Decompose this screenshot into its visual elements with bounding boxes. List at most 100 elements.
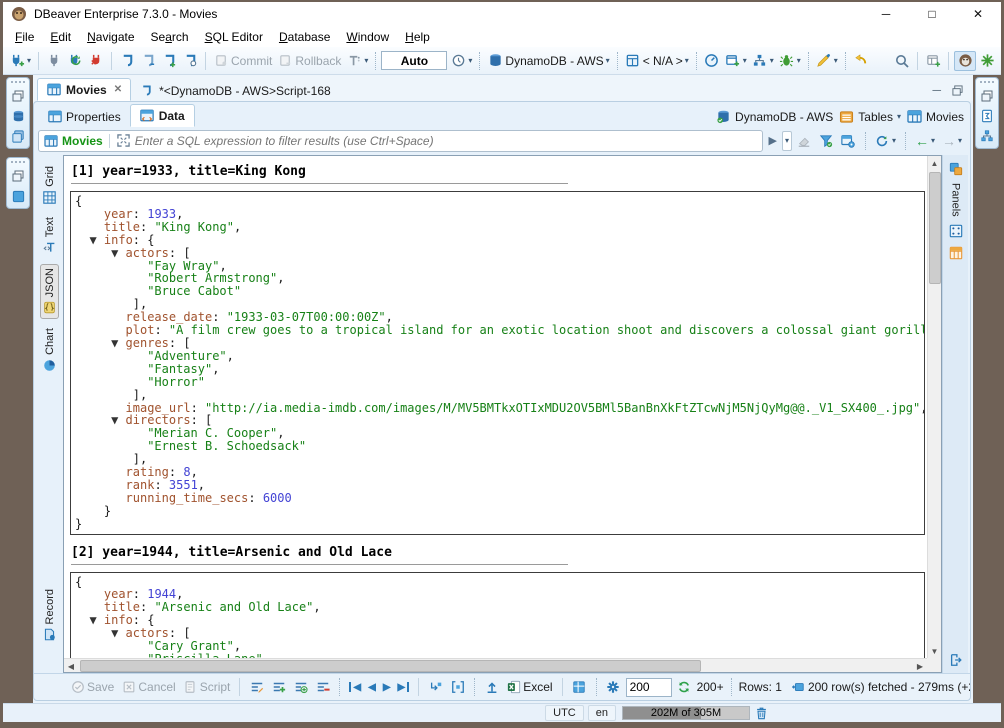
open-sql-script-button[interactable] [138,52,158,70]
scroll-right-icon[interactable]: ▶ [913,659,927,673]
expander-icon[interactable]: ▼ [111,626,125,640]
menu-search[interactable]: Search [143,28,197,46]
chevron-down-icon[interactable]: ▾ [797,57,801,65]
chevron-down-icon[interactable]: ▾ [892,137,896,145]
chevron-down-icon[interactable]: ▾ [743,57,747,65]
chevron-down-icon[interactable]: ▾ [606,57,610,65]
database-navigator-icon[interactable] [10,108,26,124]
new-window-button[interactable]: ▾ [723,52,749,70]
nav-forward-button[interactable]: → ▾ [940,132,964,150]
language-indicator[interactable]: en [588,705,616,721]
hierarchy-view-icon[interactable] [979,128,995,144]
filter-history-button[interactable]: ▾ [782,131,792,151]
filter-box[interactable]: Movies [38,130,763,152]
breadcrumb-connection[interactable]: DynamoDB - AWS [716,109,833,124]
first-row-button[interactable]: ◀ [347,681,363,694]
transaction-log-button[interactable]: ▾ [448,52,474,70]
minimize-editor-icon[interactable]: ─ [932,83,941,97]
delete-row-button[interactable] [313,679,332,696]
chevron-down-icon[interactable]: ▾ [27,57,31,65]
value-viewer-icon[interactable] [979,108,995,124]
export-excel-button[interactable]: Excel [504,679,554,696]
drag-handle[interactable] [11,160,25,164]
expander-icon[interactable]: ▼ [111,246,125,260]
dashboard-button[interactable] [702,52,722,70]
panels-icon[interactable] [948,161,963,176]
chevron-down-icon[interactable]: ▾ [364,57,368,65]
search-button[interactable] [892,52,912,70]
reconnect-button[interactable] [65,52,85,70]
menu-file[interactable]: File [7,28,42,46]
horizontal-scrollbar[interactable]: ◀ ▶ [64,658,927,672]
menu-database[interactable]: Database [271,28,338,46]
nav-back-button[interactable]: ← ▾ [913,132,937,150]
commit-mode-combo[interactable]: Auto [381,51,447,70]
restore-editor-icon[interactable] [951,84,963,96]
tab-chart[interactable]: Chart [41,325,58,376]
refresh-button[interactable]: ▾ [873,132,898,149]
menu-help[interactable]: Help [397,28,438,46]
commit-button[interactable]: Commit [211,52,274,70]
menu-window[interactable]: Window [338,28,397,46]
vertical-scroll-thumb[interactable] [929,172,941,284]
transaction-mode-button[interactable]: ▾ [344,52,370,70]
apply-filter-button[interactable]: ▶ [766,133,778,148]
rollback-button[interactable]: Rollback [275,52,343,70]
expand-filter-icon[interactable] [116,133,131,148]
active-schema-combo[interactable]: < N/A > ▾ [623,52,691,70]
breadcrumb-table-movies[interactable]: Movies [907,109,964,124]
open-perspective-button[interactable] [923,52,943,70]
tab-movies[interactable]: Movies ✕ [37,78,131,101]
maximize-button[interactable]: □ [909,2,955,26]
expander-icon[interactable]: ▼ [89,233,103,247]
tab-text[interactable]: Text [41,214,58,258]
close-tab-icon[interactable]: ✕ [112,84,122,95]
active-connection-combo[interactable]: DynamoDB - AWS ▾ [485,52,611,70]
scroll-down-icon[interactable]: ▼ [928,644,942,658]
disconnect-button[interactable] [86,52,106,70]
fetch-all-rows-button[interactable] [448,679,467,696]
tab-json[interactable]: JSON [40,264,59,319]
expander-icon[interactable]: ▼ [111,336,125,350]
er-diagram-button[interactable]: ▾ [750,52,776,70]
chevron-down-icon[interactable]: ▾ [897,113,901,121]
expander-icon[interactable]: ▼ [111,413,125,427]
export-resultset-button[interactable] [482,679,501,696]
script-button[interactable]: Script [181,679,233,696]
new-sql-editor-button[interactable] [117,52,137,70]
fetch-size-input[interactable] [626,678,672,697]
chevron-down-icon[interactable]: ▾ [770,57,774,65]
horizontal-scroll-thumb[interactable] [80,660,701,672]
vertical-scrollbar[interactable]: ▲ ▼ [927,156,941,658]
breadcrumb-tables[interactable]: Tables ▾ [839,109,901,124]
restore-view-icon[interactable] [10,88,26,104]
scroll-up-icon[interactable]: ▲ [928,156,942,170]
timezone-indicator[interactable]: UTC [545,705,584,721]
menu-edit[interactable]: Edit [42,28,79,46]
custom-filter-button[interactable] [817,132,836,149]
close-button[interactable]: ✕ [955,2,1001,26]
minimize-button[interactable]: ─ [863,2,909,26]
drag-handle[interactable] [980,80,994,84]
chevron-down-icon[interactable]: ▾ [834,57,838,65]
new-connection-button[interactable]: ▾ [7,52,33,70]
settings-perspective-button[interactable] [977,52,997,70]
clear-filter-button[interactable] [795,132,814,149]
chevron-down-icon[interactable]: ▾ [958,137,962,145]
add-row-button[interactable] [269,679,288,696]
chevron-down-icon[interactable]: ▾ [931,137,935,145]
format-button[interactable]: ▾ [814,52,840,70]
garbage-collect-button[interactable] [754,706,769,721]
restore-view-icon[interactable] [10,168,26,184]
record-mode-toggle[interactable]: Record [41,586,58,645]
resultset-settings-button[interactable] [604,679,623,696]
recent-sql-button[interactable] [180,52,200,70]
scroll-left-icon[interactable]: ◀ [64,659,78,673]
previous-row-button[interactable]: ◀ [366,681,378,694]
restore-view-icon[interactable] [979,88,995,104]
last-row-button[interactable]: ▶ [396,681,412,694]
duplicate-row-button[interactable] [291,679,310,696]
memory-indicator[interactable]: 202M of 305M [622,706,750,720]
tab-grid[interactable]: Grid [41,163,58,208]
fetch-next-page-button[interactable] [426,679,445,696]
